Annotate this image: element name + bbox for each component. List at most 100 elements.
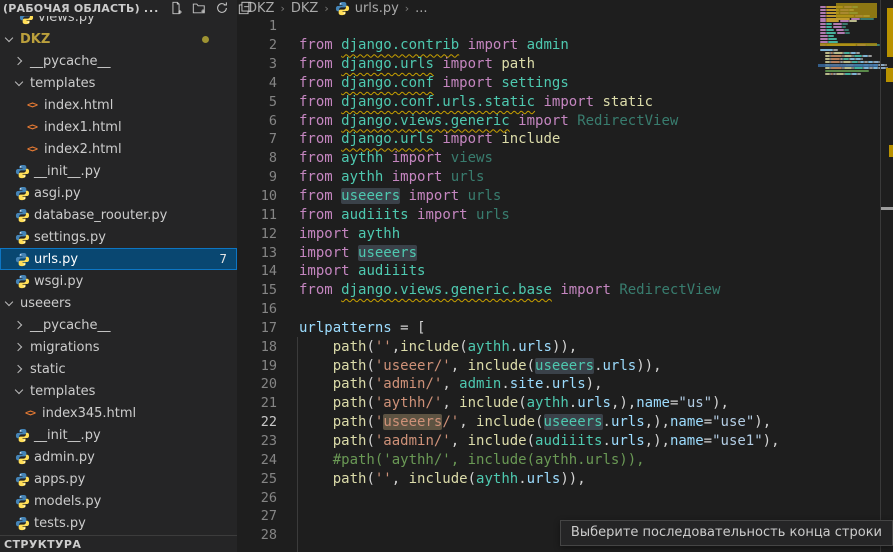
- more-actions-icon[interactable]: ...: [144, 2, 160, 15]
- outline-section-header[interactable]: СТРУКТУРА: [0, 535, 237, 552]
- html-file-icon: <>: [24, 97, 40, 113]
- tree-item-settings-py[interactable]: settings.py: [0, 226, 237, 248]
- tree-item-label: admin.py: [34, 450, 95, 465]
- code-line[interactable]: 8from aythh import views: [237, 149, 893, 168]
- code-token: include: [476, 414, 535, 430]
- code-line[interactable]: 15from django.views.generic.base import …: [237, 281, 893, 300]
- new-file-icon[interactable]: [169, 1, 183, 15]
- editor-pane[interactable]: DKZ › DKZ › urls.py › ... 12from django.…: [237, 0, 893, 552]
- tree-item-templates[interactable]: templates: [0, 380, 237, 402]
- code-line-content: path('useeer/', include(useeers.urls)),: [299, 358, 662, 374]
- tree-item--init-py[interactable]: __init__.py: [0, 160, 237, 182]
- new-folder-icon[interactable]: [192, 1, 206, 15]
- code-line[interactable]: 19 path('useeer/', include(useeers.urls)…: [237, 356, 893, 375]
- minimap[interactable]: [818, 0, 880, 552]
- code-line[interactable]: 6from django.views.generic import Redire…: [237, 111, 893, 130]
- python-file-icon: [14, 207, 30, 223]
- code-token: urls: [611, 433, 645, 449]
- code-line[interactable]: 16: [237, 300, 893, 319]
- code-line[interactable]: 2from django.contrib import admin: [237, 36, 893, 55]
- tree-item-templates[interactable]: templates: [0, 72, 237, 94]
- code-token: name: [636, 395, 670, 411]
- line-number: 18: [237, 339, 277, 355]
- code-area[interactable]: 12from django.contrib import admin3from …: [237, 17, 893, 545]
- code-line[interactable]: 1: [237, 17, 893, 36]
- breadcrumb-item-folder[interactable]: DKZ: [291, 1, 318, 16]
- code-line[interactable]: 23 path('aadmin/', include(audiiits.urls…: [237, 432, 893, 451]
- breadcrumb-item-file[interactable]: urls.py: [355, 1, 399, 16]
- code-line[interactable]: 9from aythh import urls: [237, 168, 893, 187]
- code-line[interactable]: 5from django.conf.urls.static import sta…: [237, 92, 893, 111]
- code-line[interactable]: 14import audiiits: [237, 262, 893, 281]
- code-line[interactable]: 17urlpatterns = [: [237, 319, 893, 338]
- tree-item-admin-py[interactable]: admin.py: [0, 446, 237, 468]
- code-line[interactable]: 21 path('aythh/', include(aythh.urls,),n…: [237, 394, 893, 413]
- code-line[interactable]: 12import aythh: [237, 224, 893, 243]
- code-token: aythh: [358, 226, 400, 242]
- code-line[interactable]: 26: [237, 488, 893, 507]
- html-file-icon: <>: [24, 141, 40, 157]
- code-line-content: #path('aythh/', include(aythh.urls)),: [299, 452, 645, 468]
- overview-ruler[interactable]: [880, 0, 893, 552]
- code-line[interactable]: 24 #path('aythh/', include(aythh.urls)),: [237, 450, 893, 469]
- code-line[interactable]: 11from audiiits import urls: [237, 205, 893, 224]
- line-number: 12: [237, 226, 277, 242]
- code-token: (: [366, 339, 374, 355]
- minimap-line: [845, 32, 850, 34]
- tree-item-wsgi-py[interactable]: wsgi.py: [0, 270, 237, 292]
- tree-item--pycache-[interactable]: __pycache__: [0, 314, 237, 336]
- minimap-line: [826, 20, 839, 22]
- code-token: aythh: [341, 169, 383, 185]
- tree-item-tests-py[interactable]: tests.py: [0, 512, 237, 534]
- code-line[interactable]: 7from django.urls import include: [237, 130, 893, 149]
- tree-item--init-py[interactable]: __init__.py: [0, 424, 237, 446]
- code-token: ),: [586, 376, 603, 392]
- code-token: urls: [577, 395, 611, 411]
- code-line[interactable]: 22 path('useeers/', include(useeers.urls…: [237, 413, 893, 432]
- tree-item-asgi-py[interactable]: asgi.py: [0, 182, 237, 204]
- tree-item-index2-html[interactable]: <> index2.html: [0, 138, 237, 160]
- code-line-content: from django.urls import path: [299, 56, 535, 72]
- python-file-icon: [14, 185, 30, 201]
- tree-item-static[interactable]: static: [0, 358, 237, 380]
- python-file-icon: [335, 1, 351, 17]
- tree-item-label: index2.html: [44, 142, 122, 157]
- minimap-line: [868, 55, 872, 57]
- breadcrumb-item-symbol[interactable]: ...: [415, 1, 427, 16]
- code-token: ,: [442, 395, 459, 411]
- tree-item-urls-py[interactable]: urls.py7: [0, 248, 237, 270]
- html-file-icon: <>: [22, 405, 38, 421]
- code-token: settings: [501, 75, 568, 91]
- code-token: [299, 376, 333, 392]
- tree-item-models-py[interactable]: models.py: [0, 490, 237, 512]
- code-line[interactable]: 20 path('admin/', admin.site.urls),: [237, 375, 893, 394]
- tree-item-label: DKZ: [20, 32, 50, 47]
- code-line[interactable]: 25 path('', include(aythh.urls)),: [237, 469, 893, 488]
- minimap-line: [857, 73, 861, 75]
- code-line[interactable]: 4from django.conf import settings: [237, 74, 893, 93]
- code-token: .: [543, 376, 551, 392]
- code-token: django.conf.urls.static: [341, 94, 535, 110]
- collapse-all-icon[interactable]: [238, 1, 252, 15]
- code-line[interactable]: 18 path('',include(aythh.urls)),: [237, 337, 893, 356]
- minimap-line: [833, 26, 841, 28]
- code-line[interactable]: 3from django.urls import path: [237, 55, 893, 74]
- refresh-icon[interactable]: [215, 1, 229, 15]
- code-token: ,: [392, 339, 400, 355]
- line-number: 21: [237, 395, 277, 411]
- html-file-icon: <>: [24, 119, 40, 135]
- minimap-line: [825, 70, 869, 72]
- tree-item-useeers[interactable]: useeers: [0, 292, 237, 314]
- tree-item-index1-html[interactable]: <>index1.html: [0, 116, 237, 138]
- code-line[interactable]: 13import useeers: [237, 243, 893, 262]
- tree-item-index-html[interactable]: <>index.html: [0, 94, 237, 116]
- tree-item-index345-html[interactable]: <>index345.html: [0, 402, 237, 424]
- tree-item-migrations[interactable]: migrations: [0, 336, 237, 358]
- tree-item-dkz[interactable]: DKZ: [0, 28, 237, 50]
- tree-item-apps-py[interactable]: apps.py: [0, 468, 237, 490]
- tree-item-database-roouter-py[interactable]: database_roouter.py: [0, 204, 237, 226]
- indent-guide: [297, 337, 298, 552]
- code-token: path: [333, 376, 367, 392]
- tree-item--pycache-[interactable]: __pycache__: [0, 50, 237, 72]
- code-line[interactable]: 10from useeers import urls: [237, 187, 893, 206]
